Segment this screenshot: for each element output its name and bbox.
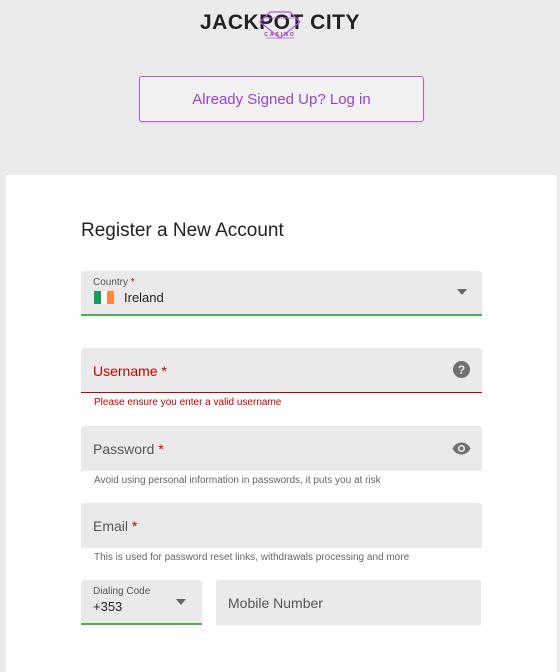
logo-diamond-icon xyxy=(259,11,301,39)
login-button[interactable]: Already Signed Up? Log in xyxy=(139,76,424,122)
svg-text:?: ? xyxy=(458,363,465,377)
email-label: Email * xyxy=(93,518,137,534)
country-label-text: Country xyxy=(93,277,129,288)
mobile-number-field[interactable]: Mobile Number xyxy=(216,580,481,625)
dialing-code-value: +353 xyxy=(93,599,123,614)
country-value: Ireland xyxy=(124,290,164,305)
username-required-mark: * xyxy=(161,363,167,379)
country-required-mark: * xyxy=(130,277,135,288)
username-error: Please ensure you enter a valid username xyxy=(94,397,282,408)
password-label: Password * xyxy=(93,441,164,457)
password-field[interactable]: Password * xyxy=(81,426,482,471)
password-required-mark: * xyxy=(158,441,164,457)
chevron-down-icon xyxy=(176,599,186,605)
registration-card: Register a New Account Country * Ireland… xyxy=(6,175,557,672)
password-helper: Avoid using personal information in pass… xyxy=(94,475,381,486)
brand-logo[interactable]: JACKPOT CITY CASINO xyxy=(0,8,560,48)
help-icon[interactable]: ? xyxy=(453,361,470,378)
eye-icon[interactable] xyxy=(452,442,471,455)
mobile-number-placeholder: Mobile Number xyxy=(228,595,323,611)
email-field[interactable]: Email * xyxy=(81,503,482,548)
country-select[interactable]: Country * Ireland xyxy=(81,271,482,316)
email-label-text: Email xyxy=(93,518,129,534)
password-label-text: Password xyxy=(93,441,155,457)
username-label: Username * xyxy=(93,363,167,379)
email-helper: This is used for password reset links, w… xyxy=(94,552,410,563)
form-title: Register a New Account xyxy=(81,220,284,241)
brand-tagline: CASINO xyxy=(264,32,296,38)
email-required-mark: * xyxy=(131,518,138,534)
username-field[interactable]: Username * ? xyxy=(81,348,482,393)
dialing-code-select[interactable]: Dialing Code +353 xyxy=(81,580,202,625)
country-label: Country * xyxy=(93,277,135,288)
username-label-text: Username xyxy=(93,363,158,379)
chevron-down-icon xyxy=(457,289,467,295)
dialing-code-label: Dialing Code xyxy=(93,586,151,597)
ireland-flag-icon xyxy=(94,291,115,304)
